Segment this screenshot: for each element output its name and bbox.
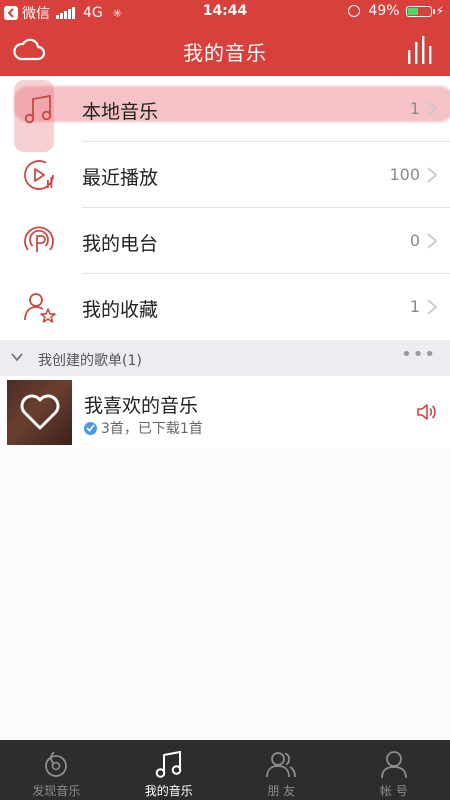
- charging-icon: ⚡: [435, 4, 444, 18]
- created-playlists-header[interactable]: 我创建的歌单(1) •••: [0, 340, 450, 376]
- discover-icon: [45, 751, 68, 777]
- playlist-cover: [7, 380, 72, 445]
- chevron-right-icon: [427, 233, 438, 249]
- chevron-right-icon: [427, 299, 438, 315]
- tab-label: 我的音乐: [144, 784, 193, 798]
- menu-item-local-music[interactable]: 本地音乐 1: [0, 76, 450, 152]
- more-options-icon[interactable]: •••: [401, 344, 436, 365]
- chevron-right-icon: [427, 167, 438, 183]
- tab-account[interactable]: 帐 号: [338, 740, 450, 800]
- battery-icon: [405, 5, 435, 17]
- menu-count: 0: [409, 231, 420, 250]
- playlist-item[interactable]: 我喜欢的音乐 3首，已下载1首: [0, 376, 450, 448]
- my-music-menu: 本地音乐 1 最近播放 100 我的电台 0 我的收藏 1: [0, 76, 450, 340]
- menu-count: 1: [409, 99, 420, 118]
- tab-friends[interactable]: 朋 友: [225, 740, 338, 800]
- menu-label: 我的电台: [82, 233, 159, 255]
- recent-play-icon: [24, 160, 54, 190]
- music-icon: [155, 750, 182, 778]
- empty-content-area: [0, 448, 450, 740]
- account-icon: [380, 751, 407, 779]
- playlist-title: 我喜欢的音乐: [84, 395, 199, 417]
- menu-item-my-radio[interactable]: 我的电台 0: [0, 208, 450, 274]
- tab-label: 帐 号: [379, 784, 408, 798]
- speaker-playing-icon[interactable]: [416, 402, 438, 422]
- chevron-down-icon[interactable]: [10, 352, 24, 362]
- bottom-tab-bar: 发现音乐 我的音乐 朋 友 帐 号: [0, 740, 450, 800]
- heart-icon: [20, 394, 60, 430]
- chevron-right-icon: [427, 101, 438, 117]
- section-title: 我创建的歌单(1): [38, 353, 142, 369]
- friends-icon: [266, 752, 297, 778]
- tab-discover[interactable]: 发现音乐: [0, 740, 113, 800]
- menu-count: 100: [389, 165, 420, 184]
- playlist-subtitle: 3首，已下载1首: [84, 418, 203, 438]
- tab-my-music[interactable]: 我的音乐: [113, 740, 226, 800]
- menu-item-my-favorites[interactable]: 我的收藏 1: [0, 274, 450, 340]
- menu-label: 我的收藏: [82, 299, 159, 321]
- downloaded-check-icon: [84, 421, 97, 435]
- page-title: 我的音乐: [183, 41, 267, 65]
- favorite-user-icon: [24, 293, 56, 323]
- tab-label: 发现音乐: [32, 784, 81, 798]
- playlist-track-info: 3首，已下载1首: [101, 421, 203, 437]
- music-note-icon: [24, 94, 52, 124]
- equalizer-bars-icon[interactable]: [406, 34, 436, 66]
- menu-count: 1: [409, 297, 420, 316]
- radio-icon: [24, 226, 54, 252]
- tab-label: 朋 友: [267, 784, 296, 798]
- status-bar: 微信 4G ✳ 14:44 49% ⚡: [0, 0, 450, 24]
- app-header: 我的音乐: [0, 24, 450, 76]
- highlight-mark: [14, 86, 450, 122]
- menu-label: 本地音乐: [82, 101, 159, 123]
- battery-percent: 49%: [368, 3, 400, 19]
- menu-item-recent-play[interactable]: 最近播放 100: [0, 142, 450, 208]
- menu-label: 最近播放: [82, 167, 159, 189]
- orientation-lock-icon: [348, 5, 361, 17]
